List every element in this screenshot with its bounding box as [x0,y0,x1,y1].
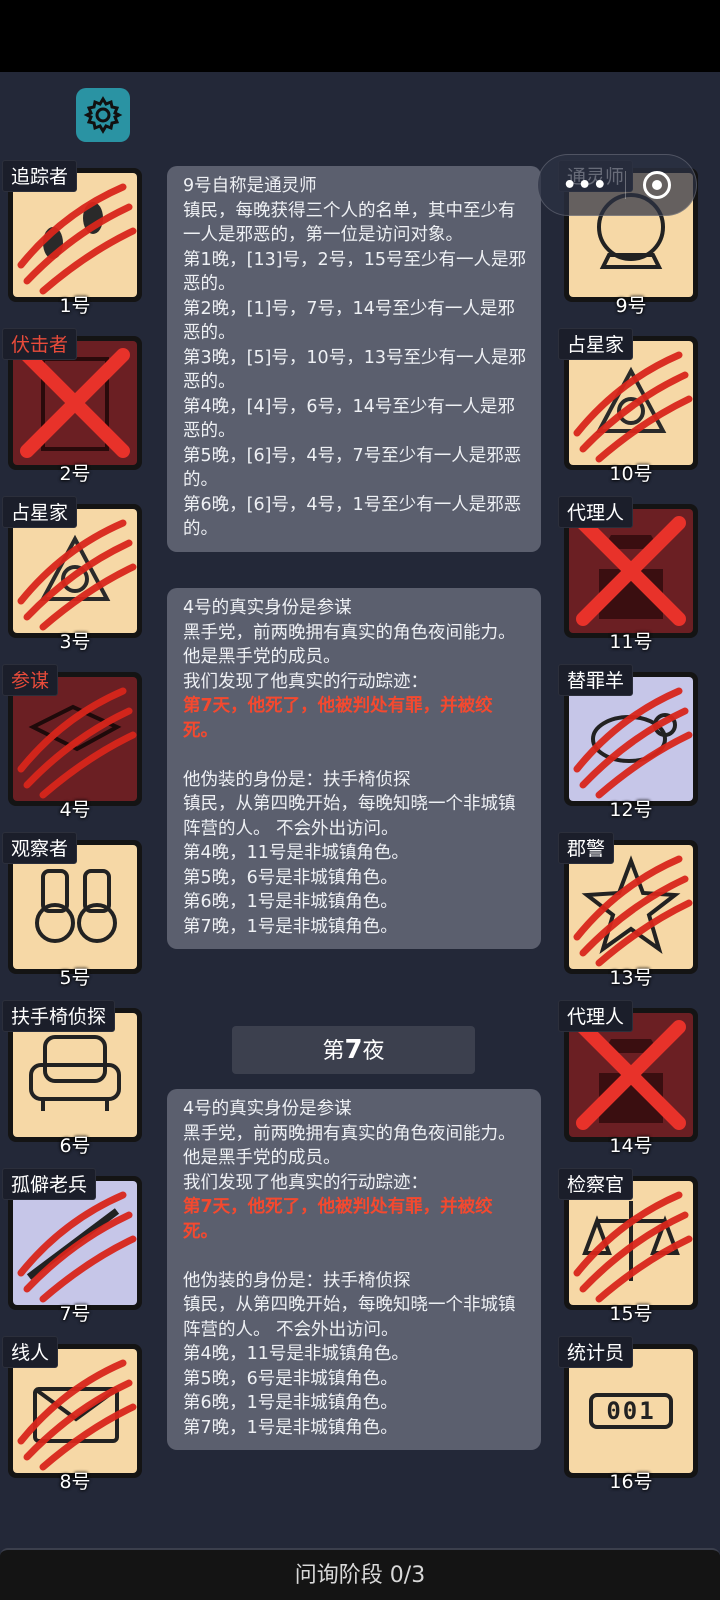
log-text: 他伪装的身份是：扶手椅侦探 镇民，从第四晚开始，每晚知晓一个非城镇阵营的人。 不… [183,769,516,937]
night-suffix: 夜 [362,1039,385,1064]
player-number: 6号 [59,1135,91,1157]
capsule-divider [625,171,627,199]
player-card-13号[interactable]: 郡警 13号 [558,832,698,989]
player-card-4号[interactable]: 参谋 4号 [2,664,142,821]
role-label: 线人 [2,1336,59,1368]
log-panel-reveal: 4号的真实身份是参谋 黑手党，前两晚拥有真实的角色夜间能力。 他是黑手党的成员。… [167,588,541,949]
role-label: 统计员 [558,1336,634,1368]
more-icon[interactable]: ••• [563,173,608,198]
player-number: 10号 [609,463,653,485]
close-icon[interactable] [643,171,672,199]
counter-display: 001 [589,1393,673,1429]
player-number: 3号 [59,631,91,653]
miniprogram-capsule: ••• [537,154,697,216]
settings-button[interactable] [76,88,130,142]
player-number: 8号 [59,1471,91,1493]
player-number: 1号 [59,295,91,317]
role-label: 伏击者 [2,328,78,360]
player-card-15号[interactable]: 检察官 15号 [558,1168,698,1325]
role-label: 检察官 [558,1168,634,1200]
role-label: 占星家 [558,328,634,360]
role-label: 替罪羊 [558,664,634,696]
log-text: 4号的真实身份是参谋 黑手党，前两晚拥有真实的角色夜间能力。 他是黑手党的成员。… [183,598,516,692]
player-card-14号[interactable]: 代理人 14号 [558,1000,698,1157]
player-number: 7号 [59,1303,91,1325]
night-prefix: 第 [322,1039,345,1064]
role-label: 代理人 [558,1000,634,1032]
player-number: 11号 [609,631,653,653]
role-label: 观察者 [2,832,78,864]
player-number: 4号 [59,799,91,821]
player-number: 14号 [609,1135,653,1157]
log-panel-reveal-2: 4号的真实身份是参谋 黑手党，前两晚拥有真实的角色夜间能力。 他是黑手党的成员。… [167,1089,541,1450]
player-card-6号[interactable]: 扶手椅侦探 6号 [2,1000,142,1157]
player-number: 2号 [59,463,91,485]
status-bar [0,0,720,72]
player-number: 9号 [615,295,647,317]
log-text: 他伪装的身份是：扶手椅侦探 镇民，从第四晚开始，每晚知晓一个非城镇阵营的人。 不… [183,1270,516,1438]
player-card-5号[interactable]: 观察者 5号 [2,832,142,989]
log-text: 9号自称是通灵师 镇民，每晚获得三个人的名单，其中至少有一人是邪恶的，第一位是访… [183,176,526,539]
player-card-7号[interactable]: 孤僻老兵 7号 [2,1168,142,1325]
player-card-10号[interactable]: 占星家 10号 [558,328,698,485]
player-card-3号[interactable]: 占星家 3号 [2,496,142,653]
role-label: 扶手椅侦探 [2,1000,116,1032]
role-label: 郡警 [558,832,615,864]
player-number: 12号 [609,799,653,821]
player-number: 13号 [609,967,653,989]
log-text: 4号的真实身份是参谋 黑手党，前两晚拥有真实的角色夜间能力。 他是黑手党的成员。… [183,1099,516,1193]
player-card-16号[interactable]: 001 统计员 16号 [558,1336,698,1493]
death-highlight: 第7天，他死了，他被判处有罪，并被绞死。 [183,1197,493,1242]
role-label: 追踪者 [2,160,78,192]
phase-indicator: 问询阶段 0/3 [0,1548,720,1600]
role-label: 参谋 [2,664,59,696]
player-number: 15号 [609,1303,653,1325]
player-number: 5号 [59,967,91,989]
player-card-1号[interactable]: 追踪者 1号 [2,160,142,317]
player-number: 16号 [609,1471,653,1493]
night-number: 7 [344,1035,363,1065]
player-card-12号[interactable]: 替罪羊 12号 [558,664,698,821]
gear-icon [83,96,123,134]
role-label: 孤僻老兵 [2,1168,97,1200]
player-card-11号[interactable]: 代理人 11号 [558,496,698,653]
night-label: 第7夜 [232,1026,475,1074]
player-card-2号[interactable]: 伏击者 2号 [2,328,142,485]
player-card-8号[interactable]: 线人 8号 [2,1336,142,1493]
death-highlight: 第7天，他死了，他被判处有罪，并被绞死。 [183,696,493,741]
role-label: 代理人 [558,496,634,528]
role-label: 占星家 [2,496,78,528]
log-panel-psychic: 9号自称是通灵师 镇民，每晚获得三个人的名单，其中至少有一人是邪恶的，第一位是访… [167,166,541,552]
